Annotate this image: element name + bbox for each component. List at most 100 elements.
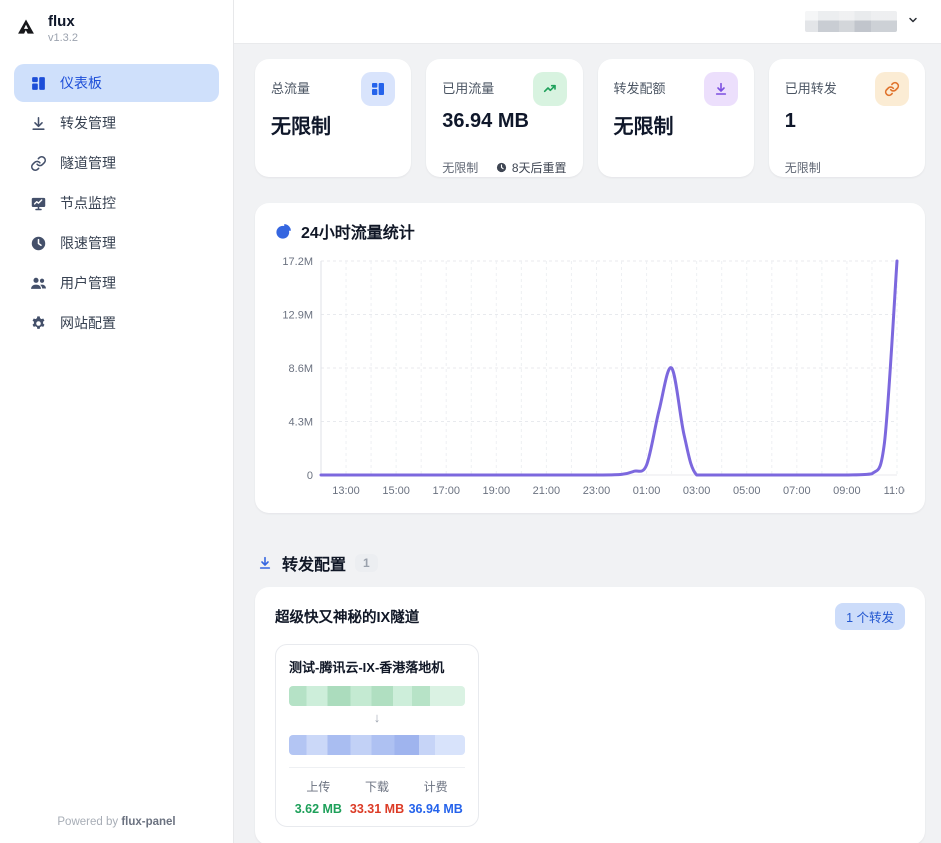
monitor-icon: [29, 194, 47, 212]
svg-text:07:00: 07:00: [783, 485, 811, 497]
sidebar-item-label: 仪表板: [60, 73, 102, 93]
download-label: 下载: [348, 778, 407, 795]
sidebar-item-label: 节点监控: [60, 193, 116, 213]
forward-config-title: 转发配置: [282, 551, 346, 575]
download-stat: 下载 33.31 MB: [348, 778, 407, 816]
svg-text:11:00: 11:00: [884, 485, 905, 497]
divider: [289, 767, 465, 768]
stat-value: 1: [785, 110, 909, 133]
footer-brand: flux-panel: [121, 816, 175, 828]
trending-up-icon: [533, 72, 567, 106]
stat-card-total-traffic: 总流量 无限制: [255, 59, 411, 177]
redacted-source-address: [289, 686, 465, 706]
stat-card-forward-quota: 转发配额 无限制: [598, 59, 754, 177]
dashboard-content: 总流量 无限制 已用流量 36.94 MB 无限制: [234, 44, 941, 843]
sidebar-item-dashboard[interactable]: 仪表板: [14, 64, 219, 102]
stat-label: 已用流量: [442, 72, 494, 97]
reset-label: 8天后重置: [512, 159, 567, 176]
stat-card-used-forwards: 已用转发 1 无限制: [769, 59, 925, 177]
logo: flux v1.3.2: [0, 0, 233, 52]
billing-value: 36.94 MB: [406, 802, 465, 816]
download-icon: [704, 72, 738, 106]
stat-value: 无限制: [614, 110, 738, 139]
sidebar-item-label: 限速管理: [60, 233, 116, 253]
forward-count-chip: 1 个转发: [835, 603, 905, 630]
sidebar-item-label: 用户管理: [60, 273, 116, 293]
gear-icon: [29, 314, 47, 332]
svg-text:17.2M: 17.2M: [282, 256, 313, 268]
redacted-target-address: [289, 735, 465, 755]
svg-text:19:00: 19:00: [483, 485, 511, 497]
billing-stat: 计费 36.94 MB: [406, 778, 465, 816]
sidebar-nav: 仪表板 转发管理 隧道管理 节点监控 限速管理: [0, 52, 233, 800]
app-version: v1.3.2: [48, 32, 78, 44]
sidebar: flux v1.3.2 仪表板 转发管理 隧道管理 节点监控: [0, 0, 234, 843]
sidebar-item-node-monitor[interactable]: 节点监控: [14, 184, 219, 222]
quota-label: 无限制: [442, 159, 478, 176]
forward-config-header: 转发配置 1: [257, 551, 925, 575]
forward-config-card: 超级快又神秘的IX隧道 1 个转发 测试-腾讯云-IX-香港落地机 ↓ 上传 3…: [255, 587, 925, 843]
upload-value: 3.62 MB: [289, 802, 348, 816]
grid-icon: [361, 72, 395, 106]
forward-count-badge: 1: [355, 554, 378, 572]
stat-value: 无限制: [271, 110, 395, 139]
tunnel-card[interactable]: 测试-腾讯云-IX-香港落地机 ↓ 上传 3.62 MB 下载 33.31 MB: [275, 644, 479, 827]
svg-text:13:00: 13:00: [332, 485, 360, 497]
stat-label: 总流量: [271, 72, 310, 97]
user-menu[interactable]: [805, 11, 919, 32]
svg-text:0: 0: [307, 470, 313, 482]
svg-text:17:00: 17:00: [432, 485, 460, 497]
upload-label: 上传: [289, 778, 348, 795]
arrow-down-glyph: ↓: [289, 710, 465, 725]
link-icon: [29, 154, 47, 172]
stat-label: 转发配额: [614, 72, 666, 97]
download-value: 33.31 MB: [348, 802, 407, 816]
svg-text:09:00: 09:00: [833, 485, 861, 497]
sidebar-item-user-management[interactable]: 用户管理: [14, 264, 219, 302]
svg-text:01:00: 01:00: [633, 485, 661, 497]
chevron-down-icon[interactable]: [907, 14, 919, 29]
dashboard-icon: [29, 74, 47, 92]
svg-text:12.9M: 12.9M: [282, 310, 313, 322]
flux-logo-icon: [14, 15, 38, 39]
topbar: [234, 0, 941, 44]
traffic-line-chart: 0 4.3M 8.6M 12.9M 17.2M 13:00 15:00 17:00 19:00 2…: [275, 251, 905, 503]
chart-title: 24小时流量统计: [301, 219, 415, 243]
tunnel-name: 测试-腾讯云-IX-香港落地机: [289, 657, 465, 676]
redacted-username: [805, 11, 897, 32]
pie-chart-icon: [275, 223, 292, 240]
download-icon: [29, 114, 47, 132]
reset-clock-icon: [496, 162, 507, 173]
stats-cards-row: 总流量 无限制 已用流量 36.94 MB 无限制: [255, 59, 925, 177]
stat-label: 已用转发: [785, 72, 837, 97]
download-icon: [257, 555, 273, 571]
sidebar-item-forward-management[interactable]: 转发管理: [14, 104, 219, 142]
sidebar-footer: Powered by flux-panel: [0, 800, 233, 843]
traffic-chart-card: 24小时流量统计 0 4.3M 8.6M 12.9M 17.2M 13:00 15:00 17…: [255, 203, 925, 513]
svg-text:8.6M: 8.6M: [289, 363, 313, 375]
billing-label: 计费: [406, 778, 465, 795]
svg-text:21:00: 21:00: [533, 485, 561, 497]
clock-icon: [29, 234, 47, 252]
upload-stat: 上传 3.62 MB: [289, 778, 348, 816]
link-icon: [875, 72, 909, 106]
footer-prefix: Powered by: [57, 816, 121, 828]
tunnel-group-title: 超级快又神秘的IX隧道: [275, 606, 419, 627]
sidebar-item-site-config[interactable]: 网站配置: [14, 304, 219, 342]
sidebar-item-tunnel-management[interactable]: 隧道管理: [14, 144, 219, 182]
stat-value: 36.94 MB: [442, 110, 566, 133]
svg-text:03:00: 03:00: [683, 485, 711, 497]
svg-text:4.3M: 4.3M: [289, 417, 313, 429]
quota-label: 无限制: [785, 159, 821, 176]
stat-card-used-traffic: 已用流量 36.94 MB 无限制 8天后重置: [426, 59, 582, 177]
sidebar-item-label: 转发管理: [60, 113, 116, 133]
main-area: 总流量 无限制 已用流量 36.94 MB 无限制: [234, 0, 941, 843]
svg-text:05:00: 05:00: [733, 485, 761, 497]
users-icon: [29, 274, 47, 292]
sidebar-item-rate-limit[interactable]: 限速管理: [14, 224, 219, 262]
svg-text:15:00: 15:00: [382, 485, 410, 497]
svg-text:23:00: 23:00: [583, 485, 611, 497]
app-title: flux: [48, 13, 78, 30]
sidebar-item-label: 网站配置: [60, 313, 116, 333]
sidebar-item-label: 隧道管理: [60, 153, 116, 173]
